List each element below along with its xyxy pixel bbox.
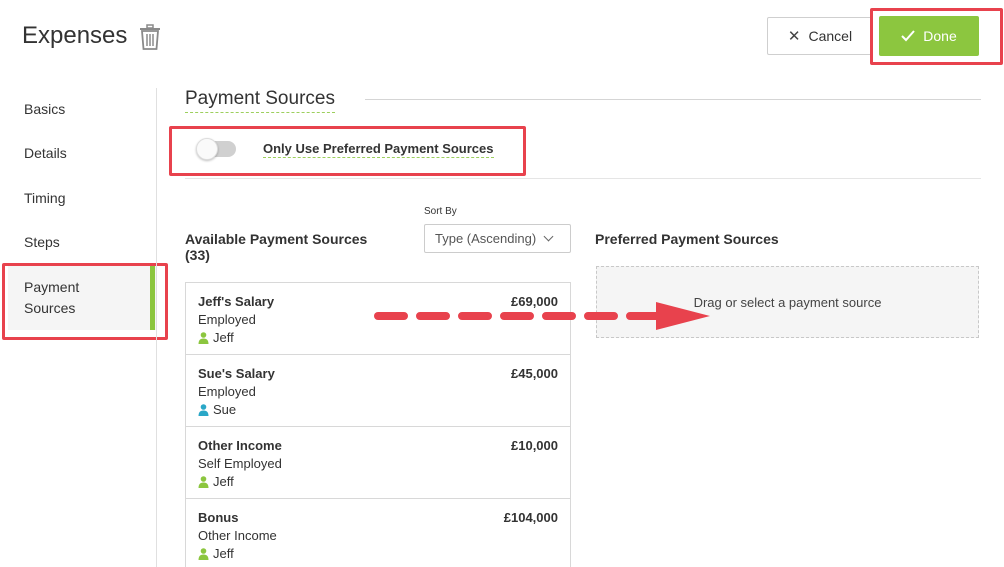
owner-name: Jeff xyxy=(213,474,234,489)
highlight-box-toggle xyxy=(169,126,526,176)
source-name: Sue's Salary xyxy=(198,366,275,381)
owner-name: Jeff xyxy=(213,330,234,345)
source-type: Employed xyxy=(198,384,256,399)
list-item[interactable]: Other Income Self Employed Jeff £10,000 xyxy=(186,427,570,499)
owner-name: Jeff xyxy=(213,546,234,561)
list-item[interactable]: Sue's Salary Employed Sue £45,000 xyxy=(186,355,570,427)
divider xyxy=(185,178,981,179)
list-item[interactable]: Bonus Other Income Jeff £104,000 xyxy=(186,499,570,567)
available-sources-title: Available Payment Sources (33) xyxy=(185,231,368,263)
person-icon xyxy=(198,403,209,416)
source-type: Employed xyxy=(198,312,256,327)
sort-value: Type (Ascending) xyxy=(435,231,537,246)
preferred-sources-title: Preferred Payment Sources xyxy=(595,231,779,247)
source-name: Other Income xyxy=(198,438,282,453)
highlight-box-done xyxy=(870,8,1003,65)
source-amount: £10,000 xyxy=(511,438,558,453)
section-title: Payment Sources xyxy=(185,88,335,113)
source-owner: Jeff xyxy=(198,330,234,345)
sort-select[interactable]: Type (Ascending) xyxy=(424,224,571,253)
person-icon xyxy=(198,547,209,560)
drag-arrow-icon xyxy=(374,302,710,330)
person-icon xyxy=(198,475,209,488)
source-amount: £104,000 xyxy=(503,510,558,525)
sidebar-item-timing[interactable]: Timing xyxy=(24,190,66,206)
source-name: Jeff's Salary xyxy=(198,294,275,309)
person-icon xyxy=(198,331,209,344)
close-icon: ✕ xyxy=(787,28,801,45)
sort-label: Sort By xyxy=(424,206,457,217)
cancel-label: Cancel xyxy=(808,28,853,44)
section-divider xyxy=(365,99,981,100)
drop-zone-text: Drag or select a payment source xyxy=(693,294,882,310)
sidebar-item-details[interactable]: Details xyxy=(24,145,67,161)
source-name: Bonus xyxy=(198,510,239,525)
source-owner: Jeff xyxy=(198,546,234,561)
owner-name: Sue xyxy=(213,402,237,417)
source-owner: Jeff xyxy=(198,474,234,489)
highlight-box-sidebar xyxy=(2,263,168,340)
source-type: Other Income xyxy=(198,528,277,543)
cancel-button[interactable]: ✕ Cancel xyxy=(767,17,873,55)
sidebar-divider xyxy=(156,88,157,567)
chevron-down-icon xyxy=(543,231,554,242)
sidebar-item-steps[interactable]: Steps xyxy=(24,234,60,250)
sidebar-item-basics[interactable]: Basics xyxy=(24,101,65,117)
page-title: Expenses xyxy=(22,22,128,49)
source-amount: £45,000 xyxy=(511,366,558,381)
trash-icon[interactable] xyxy=(138,24,162,50)
source-type: Self Employed xyxy=(198,456,282,471)
source-owner: Sue xyxy=(198,402,236,417)
